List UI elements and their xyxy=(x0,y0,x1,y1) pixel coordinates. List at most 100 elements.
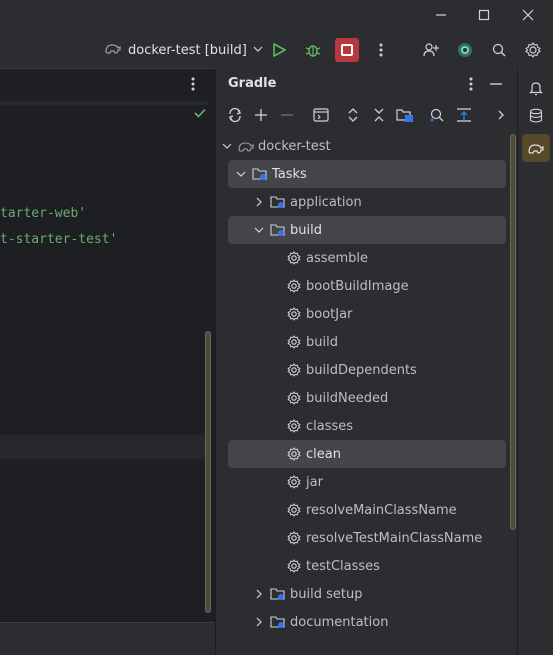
search-icon[interactable] xyxy=(487,38,511,62)
tree-item-label: build setup xyxy=(290,586,363,602)
more-options-icon[interactable] xyxy=(369,38,393,62)
chevron-down-icon[interactable] xyxy=(234,167,248,181)
tree-item-label: application xyxy=(290,194,362,210)
chevron-right-icon[interactable] xyxy=(252,615,266,629)
chevron-down-icon[interactable] xyxy=(252,223,266,237)
gear-icon xyxy=(286,418,302,434)
notifications-icon[interactable] xyxy=(522,74,550,102)
gradle-scrollbar[interactable] xyxy=(510,134,516,530)
tree-item-label: clean xyxy=(306,446,341,462)
close-icon[interactable] xyxy=(517,4,539,26)
title-bar: docker-test [build] xyxy=(0,0,553,68)
tree-item-label: assemble xyxy=(306,250,369,266)
gear-icon xyxy=(286,278,302,294)
tree-item-task[interactable]: assemble xyxy=(228,244,506,272)
remove-icon[interactable] xyxy=(276,104,298,126)
tree-item-documentation[interactable]: documentation xyxy=(228,608,506,636)
chevron-down-icon[interactable] xyxy=(220,139,234,153)
tree-item-tasks[interactable]: Tasks xyxy=(228,160,506,188)
tree-item-build-group[interactable]: build xyxy=(228,216,506,244)
tree-item-task[interactable]: classes xyxy=(228,412,506,440)
tree-item-task[interactable]: testClasses xyxy=(228,552,506,580)
tree-item-build-setup[interactable]: build setup xyxy=(228,580,506,608)
tree-item-label: jar xyxy=(306,474,323,490)
tree-item-label: classes xyxy=(306,418,354,434)
debug-icon[interactable] xyxy=(301,38,325,62)
tree-item-task[interactable]: resolveTestMainClassName xyxy=(228,524,506,552)
toggle-offline-icon[interactable] xyxy=(453,104,475,126)
code-editor[interactable]: tarter-web' t-starter-test' xyxy=(0,68,215,655)
tree-item-label: buildDependents xyxy=(306,362,417,378)
gradle-elephant-icon xyxy=(238,138,254,154)
right-tool-strip xyxy=(517,68,553,655)
expand-all-icon[interactable] xyxy=(342,104,364,126)
minimize-icon[interactable] xyxy=(430,4,452,26)
tree-item-task-selected[interactable]: clean xyxy=(228,440,506,468)
stop-icon xyxy=(341,44,353,56)
run-config-label: docker-test [build] xyxy=(128,42,247,58)
settings-icon[interactable] xyxy=(521,38,545,62)
run-config-selector[interactable]: docker-test [build] xyxy=(104,38,263,62)
more-options-icon[interactable] xyxy=(191,77,195,95)
tree-item-task[interactable]: buildDependents xyxy=(228,356,506,384)
editor-scrollbar[interactable] xyxy=(205,331,211,613)
refresh-icon[interactable] xyxy=(224,104,246,126)
folder-icon xyxy=(270,222,286,238)
folder-icon xyxy=(252,166,268,182)
tree-item-task[interactable]: resolveMainClassName xyxy=(228,496,506,524)
chevron-down-icon xyxy=(253,43,263,58)
analyze-dependencies-icon[interactable] xyxy=(426,104,448,126)
gear-icon xyxy=(286,334,302,350)
gradle-elephant-icon xyxy=(104,41,122,59)
more-options-icon[interactable] xyxy=(461,74,481,94)
add-icon[interactable] xyxy=(250,104,272,126)
editor-highlight-line xyxy=(0,435,209,459)
tree-item-application[interactable]: application xyxy=(228,188,506,216)
gradle-title: Gradle xyxy=(228,76,277,91)
stop-button[interactable] xyxy=(335,38,359,62)
tree-item-label: Tasks xyxy=(272,166,307,182)
tree-item-task[interactable]: bootJar xyxy=(228,300,506,328)
gear-icon xyxy=(286,558,302,574)
add-user-icon[interactable] xyxy=(419,38,443,62)
tree-item-label: resolveTestMainClassName xyxy=(306,530,483,546)
tree-item-label: testClasses xyxy=(306,558,380,574)
gradle-tool-window: Gradle docker-test Tasks application bui… xyxy=(215,68,517,655)
tree-item-label: buildNeeded xyxy=(306,390,389,406)
gear-icon xyxy=(286,446,302,462)
execute-task-icon[interactable] xyxy=(310,104,332,126)
tree-item-task[interactable]: buildNeeded xyxy=(228,384,506,412)
minimize-panel-icon[interactable] xyxy=(486,74,506,94)
chevron-right-icon[interactable] xyxy=(252,587,266,601)
chevron-right-icon[interactable] xyxy=(252,195,266,209)
collapse-all-icon[interactable] xyxy=(368,104,390,126)
tree-item-label: docker-test xyxy=(258,138,331,154)
tree-item-project[interactable]: docker-test xyxy=(220,132,498,160)
tree-item-label: build xyxy=(290,222,322,238)
gear-icon xyxy=(286,502,302,518)
chevron-right-icon[interactable] xyxy=(490,104,512,126)
ai-assistant-icon[interactable] xyxy=(453,38,477,62)
folder-icon xyxy=(270,586,286,602)
gradle-elephant-icon[interactable] xyxy=(522,134,550,162)
link-project-icon[interactable] xyxy=(394,104,416,126)
code-line: t-starter-test' xyxy=(0,232,118,247)
editor-current-line xyxy=(0,101,209,105)
gear-icon xyxy=(286,306,302,322)
editor-header xyxy=(0,69,215,101)
tree-item-label: bootJar xyxy=(306,306,353,322)
maximize-icon[interactable] xyxy=(473,4,495,26)
gear-icon xyxy=(286,250,302,266)
folder-icon xyxy=(270,194,286,210)
tree-item-task[interactable]: bootBuildImage xyxy=(228,272,506,300)
run-icon[interactable] xyxy=(267,38,291,62)
tree-item-label: build xyxy=(306,334,338,350)
editor-bottom-bar xyxy=(0,622,215,655)
tree-item-task[interactable]: jar xyxy=(228,468,506,496)
tree-item-task[interactable]: build xyxy=(228,328,506,356)
database-icon[interactable] xyxy=(522,102,550,130)
gradle-toolbar xyxy=(216,100,518,130)
tree-item-label: resolveMainClassName xyxy=(306,502,457,518)
gear-icon xyxy=(286,530,302,546)
gear-icon xyxy=(286,390,302,406)
